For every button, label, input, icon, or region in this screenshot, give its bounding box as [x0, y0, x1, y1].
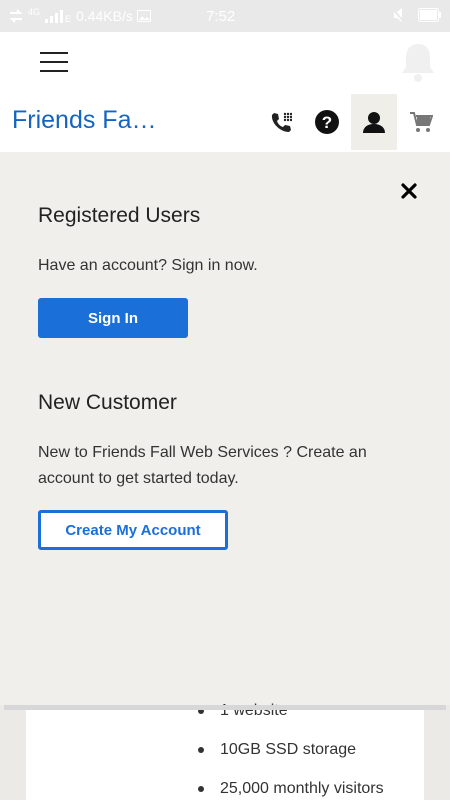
list-item: 25,000 monthly visitors [196, 769, 384, 800]
account-button[interactable] [351, 94, 397, 150]
plan-features-list: 1 website 10GB SSD storage 25,000 monthl… [196, 702, 384, 800]
help-icon: ? [315, 110, 339, 134]
status-right [390, 6, 442, 24]
bell-icon[interactable] [398, 40, 438, 84]
network-speed: 0.44KB/s [76, 8, 133, 24]
phone-button[interactable] [258, 94, 304, 150]
svg-text:E: E [65, 14, 71, 23]
menu-icon[interactable] [40, 52, 68, 72]
new-customer-text: New to Friends Fall Web Services ? Creat… [38, 444, 367, 487]
image-notification-icon [136, 10, 151, 22]
overlay-shadow [4, 705, 446, 710]
battery-icon [418, 8, 441, 22]
close-icon[interactable] [400, 182, 418, 200]
clock: 7:52 [206, 8, 236, 25]
account-dropdown: Registered Users Have an account? Sign i… [0, 152, 450, 705]
status-bar: 4G E 0.44KB/s 7:52 [0, 0, 450, 32]
cart-button[interactable] [398, 94, 444, 150]
sign-in-button[interactable]: Sign In [38, 298, 188, 338]
list-item: 10GB SSD storage [196, 730, 384, 769]
background-page: 1 website 10GB SSD storage 25,000 monthl… [0, 702, 450, 800]
brand-bar: Friends Fa… ? [0, 92, 450, 152]
svg-text:?: ? [322, 113, 332, 132]
new-customer-heading: New Customer [38, 391, 177, 414]
registered-users-heading: Registered Users [38, 204, 201, 227]
signal-icon: E [45, 10, 71, 23]
brand-name[interactable]: Friends Fa… [12, 106, 156, 135]
top-bar [0, 32, 450, 92]
registered-users-text: Have an account? Sign in now. [38, 257, 258, 274]
help-button[interactable]: ? [304, 94, 350, 150]
plan-card: 1 website 10GB SSD storage 25,000 monthl… [26, 702, 424, 800]
status-left: 4G E 0.44KB/s [8, 7, 151, 24]
user-icon [363, 112, 385, 133]
cart-icon [410, 112, 433, 132]
data-transfer-icon [9, 9, 23, 23]
phone-icon [271, 112, 292, 132]
create-account-button[interactable]: Create My Account [38, 510, 228, 550]
network-type: 4G [28, 7, 41, 17]
mute-icon [390, 6, 406, 24]
list-item: 1 website [196, 691, 384, 730]
